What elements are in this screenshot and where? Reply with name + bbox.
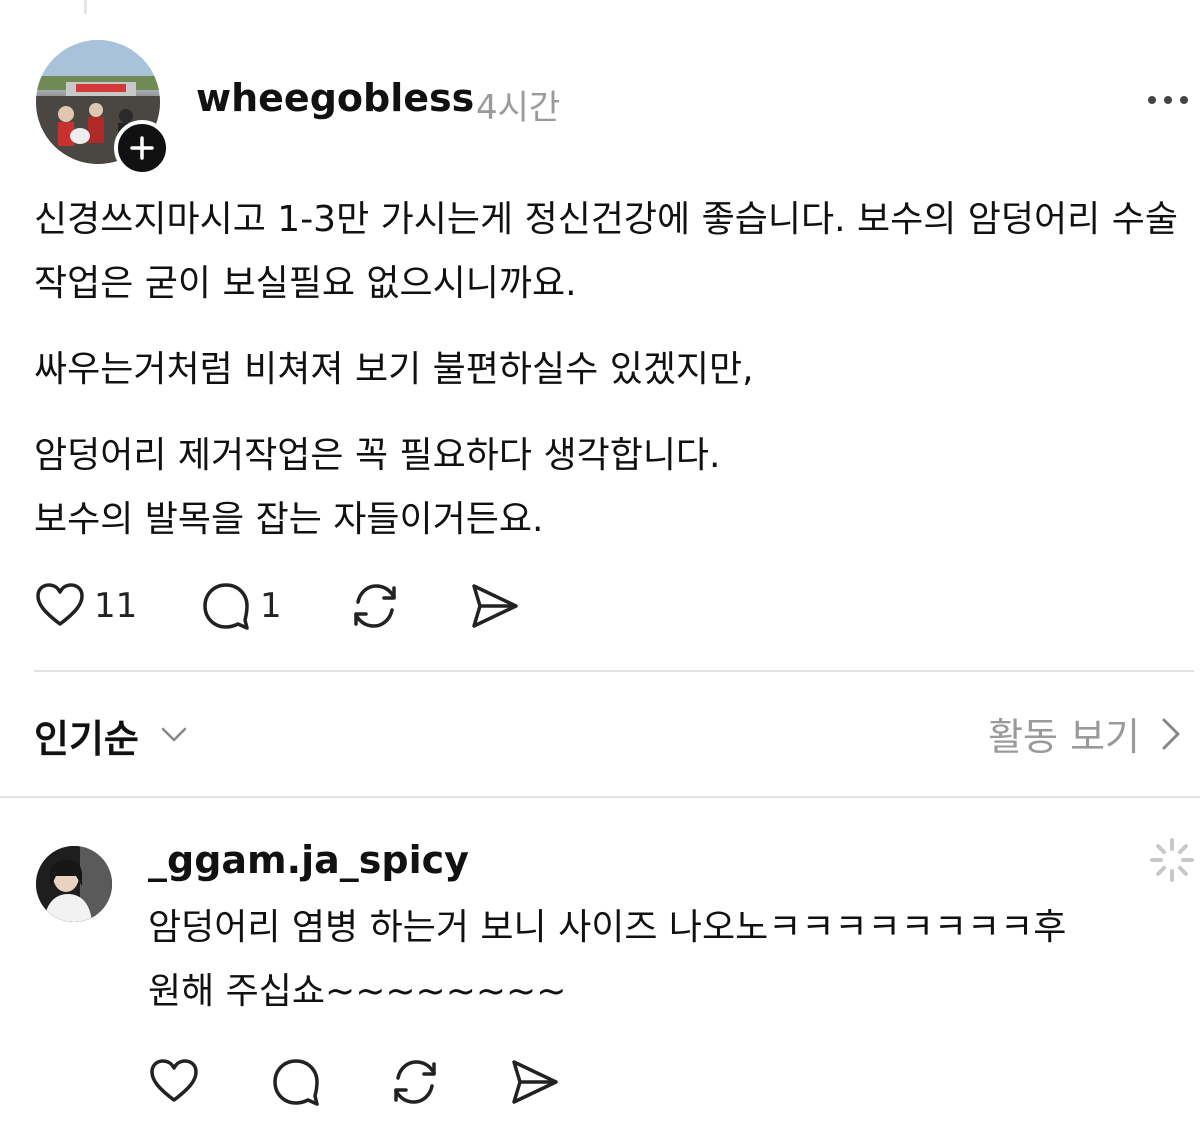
- comment-icon: [203, 583, 249, 630]
- comment-body: 암덩어리 염병 하는거 보니 사이즈 나오노ㅋㅋㅋㅋㅋㅋㅋㅋ후 원해 주십쇼~~…: [148, 896, 1188, 1024]
- comment-line: 암덩어리 염병 하는거 보니 사이즈 나오노ㅋㅋㅋㅋㅋㅋㅋㅋ후: [148, 907, 1067, 948]
- chevron-right-icon: [1162, 718, 1180, 749]
- divider: [34, 670, 1194, 672]
- comment-username[interactable]: _ggam.ja_spicy: [148, 838, 469, 882]
- post-paragraph: 싸우는거처럼 비쳐져 보기 불편하실수 있겠지만,: [34, 349, 754, 390]
- comment-repost-button[interactable]: [388, 1056, 442, 1108]
- divider: [0, 796, 1200, 798]
- comment-avatar[interactable]: [36, 846, 112, 922]
- comment-avatar-photo: [36, 846, 112, 922]
- repost-icon: [354, 584, 396, 628]
- post-paragraph: 암덩어리 제거작업은 꼭 필요하다 생각합니다.: [34, 435, 721, 476]
- follow-button[interactable]: [114, 120, 170, 176]
- comment-icon: [273, 1059, 319, 1106]
- view-activity-button[interactable]: 활동 보기: [988, 706, 1186, 761]
- post-body: 신경쓰지마시고 1-3만 가시는게 정신건강에 좋습니다. 보수의 암덩어리 수…: [34, 188, 1184, 552]
- heart-icon: [36, 583, 84, 626]
- plus-icon: [130, 136, 154, 160]
- more-icon[interactable]: [1144, 88, 1192, 112]
- comment-line: 원해 주십쇼~~~~~~~~: [148, 971, 567, 1012]
- comment-share-button[interactable]: [508, 1056, 562, 1108]
- like-count: 11: [94, 586, 138, 626]
- repost-icon: [394, 1060, 436, 1104]
- repost-button[interactable]: [348, 580, 402, 632]
- post-timestamp: 4시간: [476, 88, 561, 128]
- sort-label[interactable]: 인기순: [34, 708, 139, 763]
- chevron-down-icon[interactable]: [158, 718, 190, 750]
- post-username[interactable]: wheegobless: [196, 76, 474, 120]
- post-paragraph: 보수의 발목을 잡는 자들이거든요.: [34, 499, 544, 540]
- post-paragraph: 신경쓰지마시고 1-3만 가시는게 정신건강에 좋습니다. 보수의 암덩어리 수…: [34, 199, 1178, 304]
- comment-button[interactable]: 1: [200, 580, 282, 632]
- comment-count: 1: [260, 586, 282, 626]
- share-icon: [512, 1060, 558, 1104]
- spinner-icon: [1150, 838, 1194, 882]
- heart-icon: [150, 1059, 198, 1102]
- comment-like-button[interactable]: [148, 1056, 200, 1108]
- like-button[interactable]: 11: [34, 580, 137, 632]
- thread-line: [84, 0, 87, 14]
- share-icon: [472, 584, 518, 628]
- comment-reply-button[interactable]: [270, 1056, 322, 1108]
- share-button[interactable]: [468, 580, 522, 632]
- view-activity-label: 활동 보기: [988, 715, 1140, 759]
